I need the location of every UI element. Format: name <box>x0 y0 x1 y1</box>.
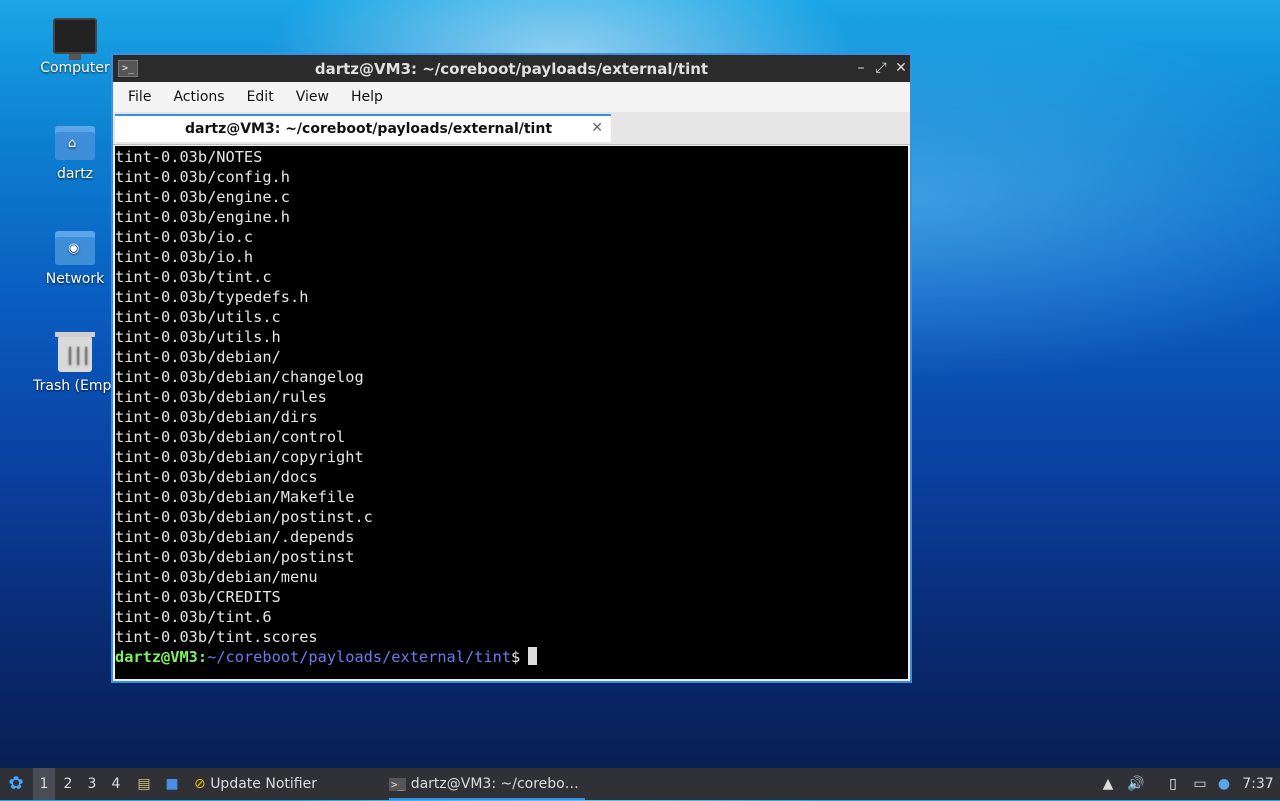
workspace-1[interactable]: 1 <box>33 768 55 800</box>
terminal-tab[interactable]: dartz@VM3: ~/coreboot/payloads/external/… <box>115 114 611 142</box>
tab-bar: dartz@VM3: ~/coreboot/payloads/external/… <box>113 112 910 145</box>
trash-icon: ||| <box>55 332 95 372</box>
desktop-icon-home[interactable]: ⌂ dartz <box>27 126 123 182</box>
update-tray-icon[interactable]: ● <box>1214 768 1234 800</box>
terminal-line: tint-0.03b/typedefs.h <box>115 288 309 306</box>
task-label: Update Notifier <box>210 776 317 792</box>
terminal-line: tint-0.03b/config.h <box>115 168 290 186</box>
terminal-line: tint-0.03b/tint.c <box>115 268 272 286</box>
terminal-line: tint-0.03b/utils.c <box>115 308 281 326</box>
terminal-line: tint-0.03b/debian/rules <box>115 388 327 406</box>
volume-icon[interactable]: 🔊 <box>1126 768 1146 800</box>
computer-icon <box>53 18 97 60</box>
tab-label: dartz@VM3: ~/coreboot/payloads/external/… <box>185 121 553 137</box>
window-titlebar[interactable]: >_ dartz@VM3: ~/coreboot/payloads/extern… <box>113 55 910 82</box>
taskbar: ✿ 1 2 3 4 ▤ ■ ⊘ Update Notifier >_ dartz… <box>0 768 1280 800</box>
task-label: dartz@VM3: ~/corebo… <box>410 776 579 792</box>
terminal-line: tint-0.03b/debian/menu <box>115 568 318 586</box>
terminal-line: tint-0.03b/debian/copyright <box>115 448 364 466</box>
start-menu-icon[interactable]: ✿ <box>4 768 28 800</box>
update-notifier-icon: ⊘ <box>194 776 206 792</box>
terminal-line: tint-0.03b/debian/ <box>115 348 281 366</box>
menu-edit[interactable]: Edit <box>236 89 285 105</box>
terminal-window: >_ dartz@VM3: ~/coreboot/payloads/extern… <box>111 53 912 683</box>
terminal-line: tint-0.03b/debian/control <box>115 428 346 446</box>
terminal-line: tint-0.03b/io.h <box>115 248 254 266</box>
workspace-4[interactable]: 4 <box>105 768 127 800</box>
clipboard-icon[interactable]: ▯ <box>1163 768 1183 800</box>
close-button[interactable]: ✕ <box>892 59 910 77</box>
maximize-button[interactable]: ⤢ <box>872 59 890 77</box>
minimize-button[interactable]: – <box>852 59 870 77</box>
prompt-user: dartz@VM3 <box>115 648 198 666</box>
network-folder-icon: ◉ <box>55 231 95 265</box>
clock[interactable]: 7:37 <box>1240 768 1276 800</box>
terminal-prompt-line[interactable]: dartz@VM3:~/coreboot/payloads/external/t… <box>115 647 908 667</box>
terminal-line: tint-0.03b/engine.h <box>115 208 290 226</box>
terminal-task-icon: >_ <box>389 778 407 791</box>
terminal-line: tint-0.03b/io.c <box>115 228 254 246</box>
home-folder-icon: ⌂ <box>55 126 95 160</box>
terminal-line: tint-0.03b/tint.scores <box>115 628 318 646</box>
task-terminal[interactable]: >_ dartz@VM3: ~/corebo… <box>389 768 585 800</box>
show-desktop-icon[interactable]: ■ <box>162 768 182 800</box>
terminal-line: tint-0.03b/NOTES <box>115 148 263 166</box>
terminal-line: tint-0.03b/CREDITS <box>115 588 281 606</box>
terminal-line: tint-0.03b/debian/changelog <box>115 368 364 386</box>
terminal-line: tint-0.03b/utils.h <box>115 328 281 346</box>
window-title: dartz@VM3: ~/coreboot/payloads/external/… <box>314 60 709 78</box>
prompt-path: ~/coreboot/payloads/external/tint <box>207 648 512 666</box>
desktop-icon-label: Computer <box>40 60 110 76</box>
terminal-line: tint-0.03b/debian/.depends <box>115 528 355 546</box>
menu-help[interactable]: Help <box>340 89 394 105</box>
terminal-line: tint-0.03b/engine.c <box>115 188 290 206</box>
desktop-icon-label: dartz <box>56 166 94 182</box>
terminal-line: tint-0.03b/tint.6 <box>115 608 272 626</box>
prompt-symbol: $ <box>511 648 521 666</box>
desktop-icon-computer[interactable]: Computer <box>27 18 123 76</box>
menu-actions[interactable]: Actions <box>162 89 235 105</box>
terminal-line: tint-0.03b/debian/postinst.c <box>115 508 373 526</box>
terminal-line: tint-0.03b/debian/Makefile <box>115 488 355 506</box>
terminal-output[interactable]: tint-0.03b/NOTES tint-0.03b/config.h tin… <box>115 146 908 679</box>
workspace-2[interactable]: 2 <box>57 768 79 800</box>
menubar: File Actions Edit View Help <box>113 82 910 112</box>
network-icon[interactable]: ▭ <box>1190 768 1210 800</box>
task-update-notifier[interactable]: ⊘ Update Notifier <box>194 768 374 800</box>
terminal-line: tint-0.03b/debian/docs <box>115 468 318 486</box>
text-cursor <box>528 647 538 665</box>
menu-file[interactable]: File <box>117 89 162 105</box>
file-manager-icon[interactable]: ▤ <box>134 768 154 800</box>
desktop-icon-label: Network <box>45 271 105 287</box>
terminal-line: tint-0.03b/debian/dirs <box>115 408 318 426</box>
prompt-separator: : <box>197 648 208 666</box>
tab-close-icon[interactable]: ✕ <box>591 120 603 136</box>
tray-arrow-icon[interactable]: ▲ <box>1098 768 1118 800</box>
workspace-3[interactable]: 3 <box>81 768 103 800</box>
desktop-icon-network[interactable]: ◉ Network <box>27 231 123 287</box>
menu-view[interactable]: View <box>285 89 340 105</box>
terminal-line: tint-0.03b/debian/postinst <box>115 548 355 566</box>
